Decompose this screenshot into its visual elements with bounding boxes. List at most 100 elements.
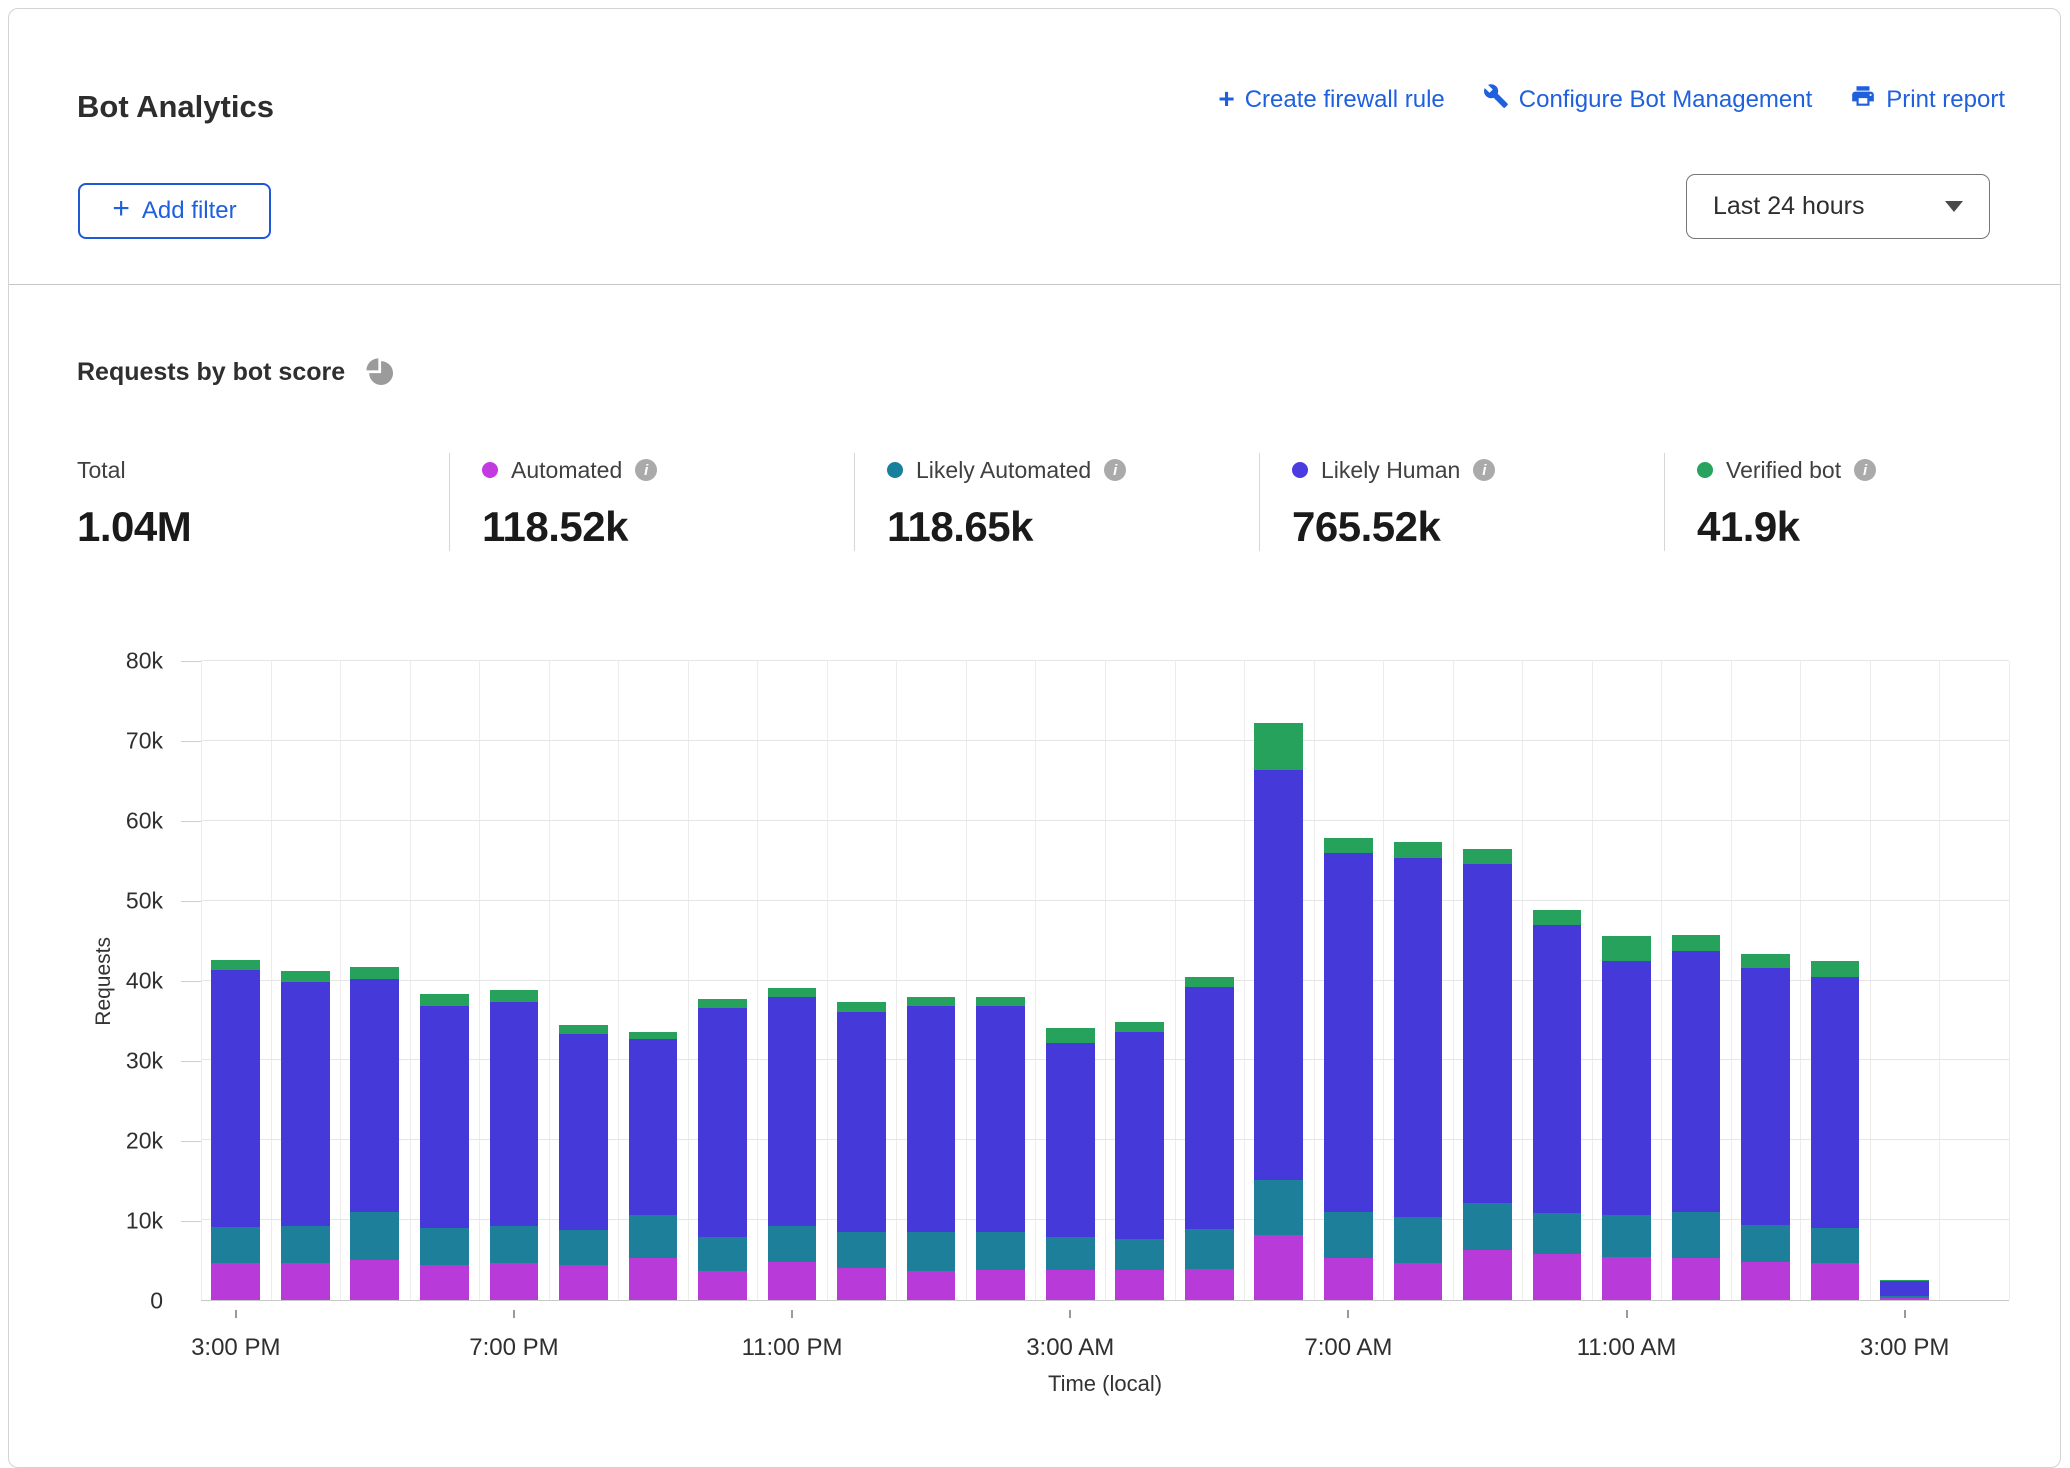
- bar-segment-automated[interactable]: [1741, 1262, 1790, 1300]
- bar-segment-verified-bot[interactable]: [1115, 1022, 1164, 1032]
- bar-segment-verified-bot[interactable]: [420, 994, 469, 1006]
- time-range-dropdown[interactable]: Last 24 hours: [1686, 174, 1990, 239]
- bar-segment-likely-human[interactable]: [1115, 1032, 1164, 1238]
- bar-hour-15[interactable]: [1244, 661, 1314, 1300]
- bar-segment-likely-human[interactable]: [1463, 864, 1512, 1203]
- bar-segment-likely-automated[interactable]: [1672, 1212, 1721, 1258]
- bar-segment-verified-bot[interactable]: [211, 960, 260, 970]
- bar-segment-likely-automated[interactable]: [698, 1237, 747, 1271]
- bar-segment-verified-bot[interactable]: [1254, 723, 1303, 769]
- bar-segment-likely-automated[interactable]: [768, 1226, 817, 1263]
- bar-segment-likely-automated[interactable]: [1602, 1215, 1651, 1257]
- bar-segment-likely-automated[interactable]: [1115, 1239, 1164, 1270]
- bar-hour-18[interactable]: [1453, 661, 1523, 1300]
- bar-hour-2[interactable]: [340, 661, 410, 1300]
- create-firewall-rule-link[interactable]: + Create firewall rule: [1218, 86, 1444, 114]
- bar-segment-likely-human[interactable]: [698, 1008, 747, 1237]
- bar-hour-3[interactable]: [410, 661, 480, 1300]
- bar-segment-likely-human[interactable]: [1394, 858, 1443, 1217]
- bar-segment-likely-automated[interactable]: [420, 1228, 469, 1265]
- bar-segment-likely-automated[interactable]: [1811, 1228, 1860, 1263]
- bar-segment-likely-automated[interactable]: [490, 1226, 539, 1264]
- bar-segment-likely-human[interactable]: [837, 1012, 886, 1232]
- bar-segment-likely-human[interactable]: [1602, 961, 1651, 1215]
- bar-hour-0[interactable]: [201, 661, 271, 1300]
- bar-segment-automated[interactable]: [698, 1271, 747, 1300]
- bar-segment-verified-bot[interactable]: [1533, 910, 1582, 925]
- bar-segment-likely-automated[interactable]: [350, 1212, 399, 1260]
- bar-segment-likely-human[interactable]: [976, 1006, 1025, 1232]
- bar-segment-likely-human[interactable]: [350, 979, 399, 1212]
- bar-segment-likely-human[interactable]: [1046, 1043, 1095, 1237]
- bar-hour-11[interactable]: [966, 661, 1036, 1300]
- bar-segment-automated[interactable]: [1602, 1257, 1651, 1300]
- bar-segment-likely-automated[interactable]: [281, 1226, 330, 1264]
- bar-segment-likely-human[interactable]: [1533, 925, 1582, 1213]
- info-icon[interactable]: i: [1854, 459, 1876, 481]
- bar-segment-automated[interactable]: [1672, 1258, 1721, 1300]
- bar-segment-likely-automated[interactable]: [559, 1230, 608, 1265]
- bar-segment-automated[interactable]: [629, 1258, 678, 1300]
- bar-segment-automated[interactable]: [1394, 1263, 1443, 1300]
- bar-segment-verified-bot[interactable]: [1394, 842, 1443, 858]
- bar-segment-likely-human[interactable]: [1324, 853, 1373, 1212]
- bar-segment-verified-bot[interactable]: [1672, 935, 1721, 951]
- bar-segment-verified-bot[interactable]: [698, 999, 747, 1008]
- bar-segment-verified-bot[interactable]: [837, 1002, 886, 1012]
- bar-segment-automated[interactable]: [1880, 1298, 1929, 1300]
- bar-segment-likely-human[interactable]: [1672, 951, 1721, 1212]
- bar-segment-likely-automated[interactable]: [1046, 1237, 1095, 1271]
- info-icon[interactable]: i: [635, 459, 657, 481]
- bar-segment-verified-bot[interactable]: [559, 1025, 608, 1034]
- bar-segment-automated[interactable]: [211, 1263, 260, 1300]
- bar-segment-verified-bot[interactable]: [1602, 936, 1651, 961]
- bar-segment-verified-bot[interactable]: [1046, 1028, 1095, 1043]
- bar-hour-6[interactable]: [618, 661, 688, 1300]
- bar-segment-automated[interactable]: [1463, 1250, 1512, 1300]
- bar-hour-23[interactable]: [1800, 661, 1870, 1300]
- bar-segment-likely-automated[interactable]: [1254, 1180, 1303, 1235]
- bar-segment-likely-automated[interactable]: [629, 1215, 678, 1257]
- bar-segment-likely-human[interactable]: [490, 1002, 539, 1226]
- bar-segment-verified-bot[interactable]: [350, 967, 399, 979]
- bar-segment-automated[interactable]: [1811, 1263, 1860, 1300]
- bar-segment-likely-human[interactable]: [281, 982, 330, 1226]
- bar-hour-24[interactable]: [1870, 661, 1940, 1300]
- bar-segment-likely-human[interactable]: [420, 1006, 469, 1228]
- bar-segment-likely-automated[interactable]: [1533, 1213, 1582, 1255]
- bar-segment-likely-automated[interactable]: [907, 1232, 956, 1271]
- bar-segment-verified-bot[interactable]: [1463, 849, 1512, 864]
- bar-segment-likely-human[interactable]: [1811, 977, 1860, 1229]
- bar-segment-automated[interactable]: [768, 1262, 817, 1300]
- bar-segment-automated[interactable]: [559, 1265, 608, 1300]
- bar-hour-17[interactable]: [1383, 661, 1453, 1300]
- bar-segment-likely-automated[interactable]: [1741, 1225, 1790, 1262]
- bar-segment-verified-bot[interactable]: [768, 988, 817, 997]
- bar-segment-verified-bot[interactable]: [281, 971, 330, 982]
- bar-segment-likely-automated[interactable]: [211, 1227, 260, 1263]
- bar-segment-verified-bot[interactable]: [1185, 977, 1234, 987]
- bar-segment-automated[interactable]: [1254, 1235, 1303, 1300]
- bar-hour-21[interactable]: [1661, 661, 1731, 1300]
- bar-segment-automated[interactable]: [1533, 1254, 1582, 1300]
- bar-segment-likely-human[interactable]: [768, 997, 817, 1226]
- bar-segment-automated[interactable]: [907, 1271, 956, 1300]
- bar-segment-verified-bot[interactable]: [907, 997, 956, 1007]
- bar-hour-1[interactable]: [271, 661, 341, 1300]
- bar-segment-likely-human[interactable]: [1880, 1281, 1929, 1296]
- bar-hour-8[interactable]: [757, 661, 827, 1300]
- bar-segment-automated[interactable]: [976, 1270, 1025, 1300]
- info-icon[interactable]: i: [1104, 459, 1126, 481]
- bar-segment-verified-bot[interactable]: [976, 997, 1025, 1006]
- bar-segment-likely-automated[interactable]: [1463, 1203, 1512, 1249]
- bar-segment-likely-human[interactable]: [629, 1039, 678, 1216]
- bar-segment-automated[interactable]: [1324, 1258, 1373, 1300]
- bar-segment-likely-automated[interactable]: [837, 1232, 886, 1268]
- print-report-link[interactable]: Print report: [1850, 83, 2005, 116]
- bar-hour-22[interactable]: [1731, 661, 1801, 1300]
- bar-segment-verified-bot[interactable]: [1741, 954, 1790, 968]
- bar-segment-verified-bot[interactable]: [1811, 961, 1860, 976]
- bar-segment-likely-automated[interactable]: [1394, 1217, 1443, 1263]
- bar-hour-19[interactable]: [1522, 661, 1592, 1300]
- bar-segment-automated[interactable]: [837, 1268, 886, 1300]
